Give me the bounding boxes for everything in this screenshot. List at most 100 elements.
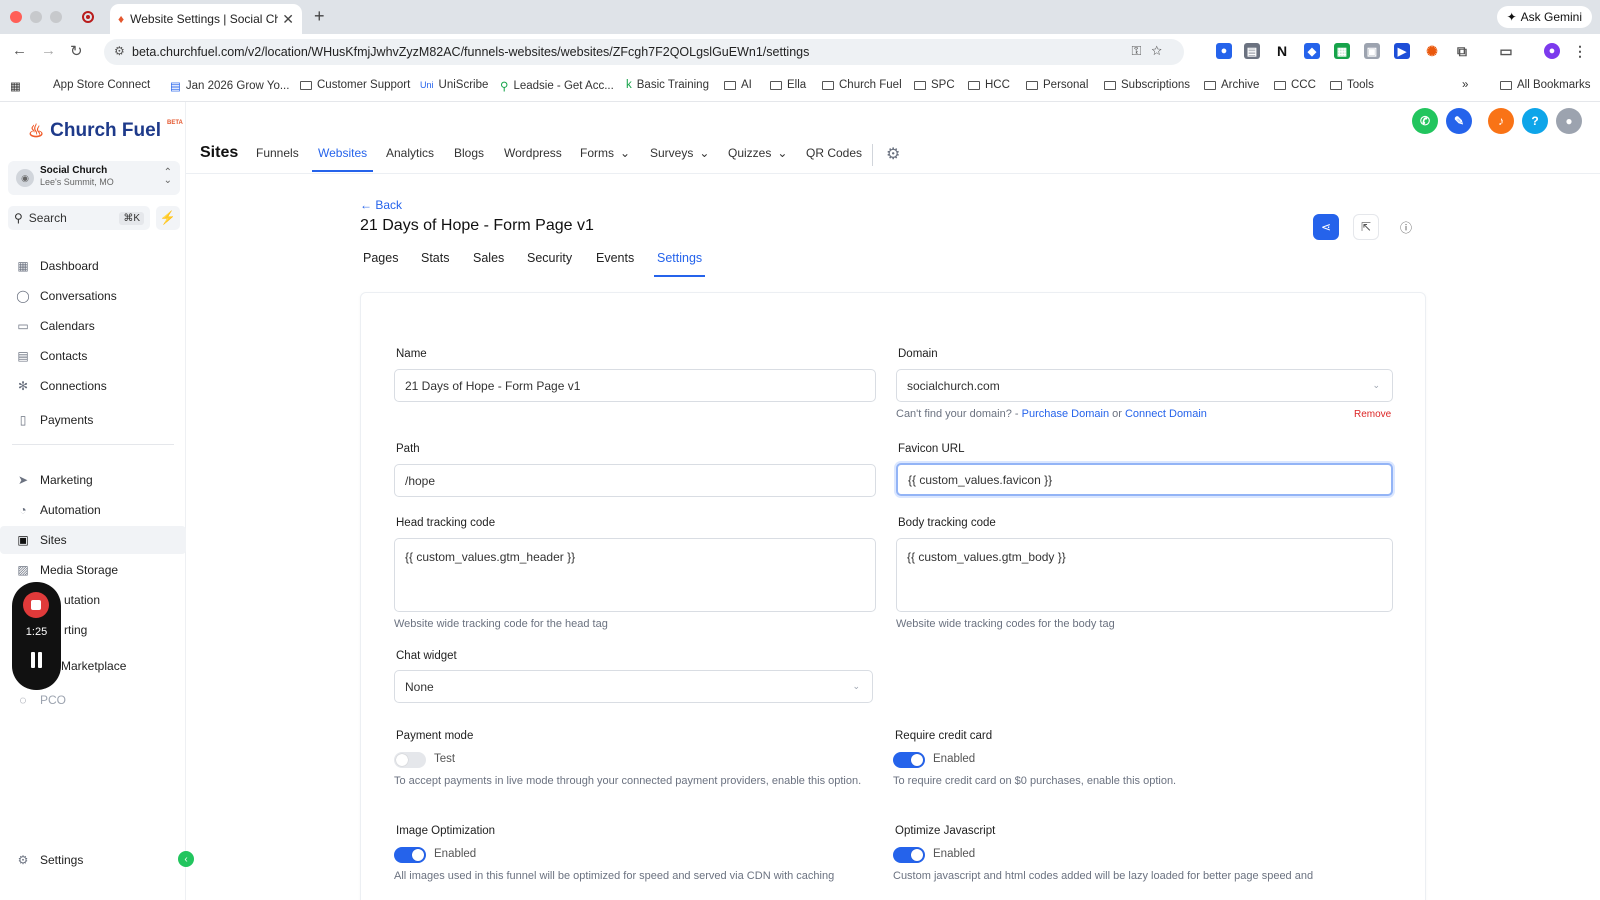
- forward-arrow-icon[interactable]: →: [41, 42, 56, 59]
- window-minimize-button[interactable]: [30, 11, 42, 23]
- puzzle-extensions-icon[interactable]: ⧉: [1454, 43, 1470, 59]
- bookmark-item[interactable]: Subscriptions: [1104, 79, 1190, 91]
- back-arrow-icon[interactable]: ←: [12, 42, 27, 59]
- url-text[interactable]: beta.churchfuel.com/v2/location/WHusKfmj…: [132, 45, 809, 59]
- purchase-domain-link[interactable]: Purchase Domain: [1022, 408, 1109, 420]
- extension-icon[interactable]: ▶: [1394, 43, 1410, 59]
- back-link[interactable]: ← Back: [360, 198, 402, 212]
- payment-mode-toggle[interactable]: [394, 752, 426, 768]
- subtab-security[interactable]: Security: [527, 251, 572, 265]
- bookmark-star-icon[interactable]: ⚿☆: [1131, 43, 1172, 59]
- more-bookmarks-icon[interactable]: »: [1462, 79, 1468, 91]
- domain-select[interactable]: socialchurch.com ⌄: [896, 369, 1393, 402]
- subtab-sales[interactable]: Sales: [473, 251, 504, 265]
- head-tracking-textarea[interactable]: {{ custom_values.gtm_header }}: [394, 538, 876, 612]
- tab-forms[interactable]: Forms ⌄: [580, 146, 630, 160]
- extension-icon[interactable]: ●: [1216, 43, 1232, 59]
- bookmark-item[interactable]: Customer Support: [300, 79, 410, 91]
- subtab-settings[interactable]: Settings: [653, 251, 706, 277]
- pause-icon[interactable]: [29, 652, 44, 668]
- subtab-stats[interactable]: Stats: [421, 251, 450, 265]
- close-tab-icon[interactable]: ✕: [282, 11, 294, 28]
- ask-gemini-button[interactable]: ✦ Ask Gemini: [1496, 6, 1592, 28]
- sidebar-item-sites[interactable]: ▣ Sites: [0, 526, 186, 554]
- remove-domain-link[interactable]: Remove: [1354, 409, 1391, 420]
- tab-quizzes[interactable]: Quizzes ⌄: [728, 146, 787, 160]
- reload-icon[interactable]: ↻: [70, 42, 83, 60]
- notification-bell-icon[interactable]: ♪: [1488, 108, 1514, 134]
- sidebar-search[interactable]: ⚲ Search ⌘K: [8, 206, 150, 230]
- bookmark-item[interactable]: Uni UniScribe: [420, 79, 488, 91]
- sidebar-item-pco[interactable]: ◌ PCO: [8, 686, 178, 714]
- name-input[interactable]: 21 Days of Hope - Form Page v1: [394, 369, 876, 402]
- body-tracking-textarea[interactable]: {{ custom_values.gtm_body }}: [896, 538, 1393, 612]
- sidebar-item-media-storage[interactable]: ▨ Media Storage: [8, 556, 178, 584]
- quick-action-bolt-icon[interactable]: ⚡: [156, 206, 180, 230]
- window-close-button[interactable]: [10, 11, 22, 23]
- magic-wand-icon[interactable]: ✎: [1446, 108, 1472, 134]
- extension-icon[interactable]: ▣: [1364, 43, 1380, 59]
- connect-domain-link[interactable]: Connect Domain: [1125, 408, 1207, 420]
- sidebar-item-connections[interactable]: ✻ Connections: [8, 372, 178, 400]
- path-input[interactable]: /hope: [394, 464, 876, 497]
- profile-avatar[interactable]: ●: [1544, 43, 1560, 59]
- sidebar-item-calendars[interactable]: ▭ Calendars: [8, 312, 178, 340]
- site-info-icon[interactable]: ⚙: [114, 44, 125, 58]
- sidebar-item-marketing[interactable]: ➤ Marketing: [8, 466, 178, 494]
- apps-grid-icon[interactable]: ▦: [10, 79, 21, 93]
- bookmark-item[interactable]: HCC: [968, 79, 1010, 91]
- sidebar-item-contacts[interactable]: ▤ Contacts: [8, 342, 178, 370]
- new-tab-button[interactable]: +: [314, 6, 325, 27]
- tab-analytics[interactable]: Analytics: [386, 146, 434, 160]
- all-bookmarks[interactable]: All Bookmarks: [1500, 79, 1591, 91]
- browser-tab[interactable]: ♦ Website Settings | Social Ch… ✕: [110, 4, 302, 34]
- sidebar-item-dashboard[interactable]: ▦ Dashboard: [8, 252, 178, 280]
- bookmark-item[interactable]: AI: [724, 79, 752, 91]
- tab-websites[interactable]: Websites: [311, 146, 374, 172]
- church-fuel-logo[interactable]: ♨ Church Fuel BETA: [28, 120, 183, 142]
- bookmark-item[interactable]: Archive: [1204, 79, 1259, 91]
- bookmark-item[interactable]: ▤ Jan 2026 Grow Yo...: [170, 79, 289, 93]
- extension-icon[interactable]: ▦: [1334, 43, 1350, 59]
- tab-qr-codes[interactable]: QR Codes: [806, 146, 862, 160]
- sidebar-item-conversations[interactable]: ◯ Conversations: [8, 282, 178, 310]
- require-credit-card-toggle[interactable]: [893, 752, 925, 768]
- window-maximize-button[interactable]: [50, 11, 62, 23]
- external-link-icon[interactable]: ⇱: [1353, 214, 1379, 240]
- side-panel-icon[interactable]: ▭: [1498, 43, 1514, 59]
- menu-kebab-icon[interactable]: ⋮: [1572, 43, 1588, 59]
- bookmark-item[interactable]: Ella: [770, 79, 806, 91]
- bookmark-item[interactable]: k Basic Training: [626, 79, 709, 91]
- optimize-javascript-toggle[interactable]: [893, 847, 925, 863]
- subtab-pages[interactable]: Pages: [363, 251, 398, 265]
- help-icon[interactable]: ?: [1522, 108, 1548, 134]
- address-bar[interactable]: ⚙ beta.churchfuel.com/v2/location/WHusKf…: [104, 39, 1184, 65]
- bookmark-item[interactable]: App Store Connect: [48, 79, 150, 91]
- sidebar-item-automation[interactable]: ◔ Automation: [8, 496, 178, 524]
- share-icon[interactable]: ⋖: [1313, 214, 1339, 240]
- collapse-sidebar-button[interactable]: ‹: [178, 851, 194, 867]
- phone-icon[interactable]: ✆: [1412, 108, 1438, 134]
- bookmark-item[interactable]: Tools: [1330, 79, 1374, 91]
- extension-icon[interactable]: ▤: [1244, 43, 1260, 59]
- bookmark-item[interactable]: SPC: [914, 79, 955, 91]
- subtab-events[interactable]: Events: [596, 251, 634, 265]
- location-switcher[interactable]: ◉ Social Church Lee's Summit, MO ⌃ ⌄: [8, 161, 180, 195]
- tab-surveys[interactable]: Surveys ⌄: [650, 146, 709, 160]
- user-avatar[interactable]: ●: [1556, 108, 1582, 134]
- tab-blogs[interactable]: Blogs: [454, 146, 484, 160]
- bookmark-item[interactable]: CCC: [1274, 79, 1316, 91]
- sidebar-item-settings[interactable]: ⚙ Settings: [8, 846, 178, 874]
- tab-wordpress[interactable]: Wordpress: [504, 146, 562, 160]
- extension-icon[interactable]: ✺: [1424, 43, 1440, 59]
- extension-icon[interactable]: ◆: [1304, 43, 1320, 59]
- bookmark-item[interactable]: ⚲ Leadsie - Get Acc...: [500, 79, 614, 93]
- stop-recording-button[interactable]: [23, 592, 49, 618]
- chat-widget-select[interactable]: None ⌄: [394, 670, 873, 703]
- bookmark-item[interactable]: Church Fuel: [822, 79, 902, 91]
- favicon-url-input[interactable]: {{ custom_values.favicon }}: [896, 463, 1393, 496]
- info-icon[interactable]: ⓘ: [1393, 214, 1419, 240]
- bookmark-item[interactable]: Personal: [1026, 79, 1088, 91]
- sidebar-item-payments[interactable]: ▯ Payments: [8, 406, 178, 434]
- settings-gear-icon[interactable]: ⚙: [886, 144, 900, 164]
